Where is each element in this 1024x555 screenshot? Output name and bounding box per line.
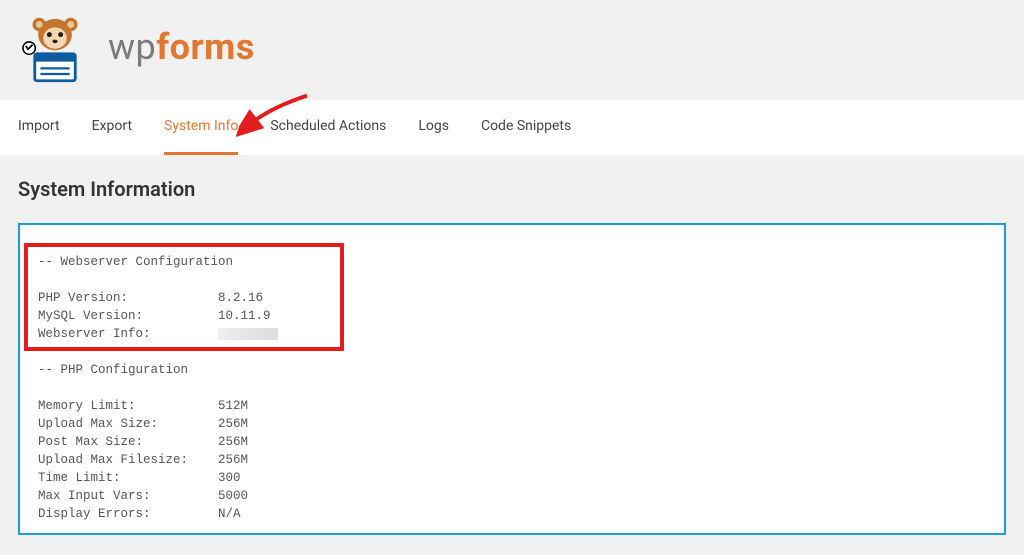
tab-import[interactable]: Import: [18, 100, 60, 155]
brand-prefix: wp: [108, 26, 156, 68]
section-php-config: -- PHP Configuration: [38, 363, 188, 377]
mysql-version-value: 10.11.9: [218, 309, 271, 323]
header-bar: wpforms: [0, 0, 1024, 100]
system-info-box[interactable]: -- Webserver Configuration PHP Version: …: [18, 223, 1006, 535]
memory-limit-value: 512M: [218, 399, 248, 413]
tools-tabs: Import Export System Info Scheduled Acti…: [0, 100, 1024, 155]
upload-max-size-label: Upload Max Size:: [38, 417, 158, 431]
php-version-label: PHP Version:: [38, 291, 128, 305]
system-info-report[interactable]: -- Webserver Configuration PHP Version: …: [24, 245, 1000, 531]
upload-max-filesize-value: 256M: [218, 453, 248, 467]
wpforms-mascot-icon: [18, 10, 92, 84]
max-input-vars-label: Max Input Vars:: [38, 489, 151, 503]
display-errors-value: N/A: [218, 507, 241, 521]
tab-system-info[interactable]: System Info: [164, 100, 238, 155]
webserver-info-redacted: [218, 328, 278, 340]
post-max-size-label: Post Max Size:: [38, 435, 143, 449]
time-limit-value: 300: [218, 471, 241, 485]
max-input-vars-value: 5000: [218, 489, 248, 503]
webserver-info-label: Webserver Info:: [38, 327, 151, 341]
time-limit-label: Time Limit:: [38, 471, 121, 485]
tab-logs[interactable]: Logs: [418, 100, 449, 155]
post-max-size-value: 256M: [218, 435, 248, 449]
section-webserver-config: -- Webserver Configuration: [38, 255, 233, 269]
mysql-version-label: MySQL Version:: [38, 309, 143, 323]
memory-limit-label: Memory Limit:: [38, 399, 136, 413]
brand-name: forms: [156, 26, 255, 68]
content-area: System Information -- Webserver Configur…: [0, 155, 1024, 535]
brand-wordmark: wpforms: [108, 26, 255, 68]
tab-code-snippets[interactable]: Code Snippets: [481, 100, 571, 155]
tab-scheduled-actions[interactable]: Scheduled Actions: [270, 100, 386, 155]
upload-max-size-value: 256M: [218, 417, 248, 431]
page-title: System Information: [18, 177, 1006, 201]
tab-export[interactable]: Export: [92, 100, 132, 155]
php-version-value: 8.2.16: [218, 291, 263, 305]
upload-max-filesize-label: Upload Max Filesize:: [38, 453, 188, 467]
display-errors-label: Display Errors:: [38, 507, 151, 521]
logo: wpforms: [18, 10, 255, 84]
